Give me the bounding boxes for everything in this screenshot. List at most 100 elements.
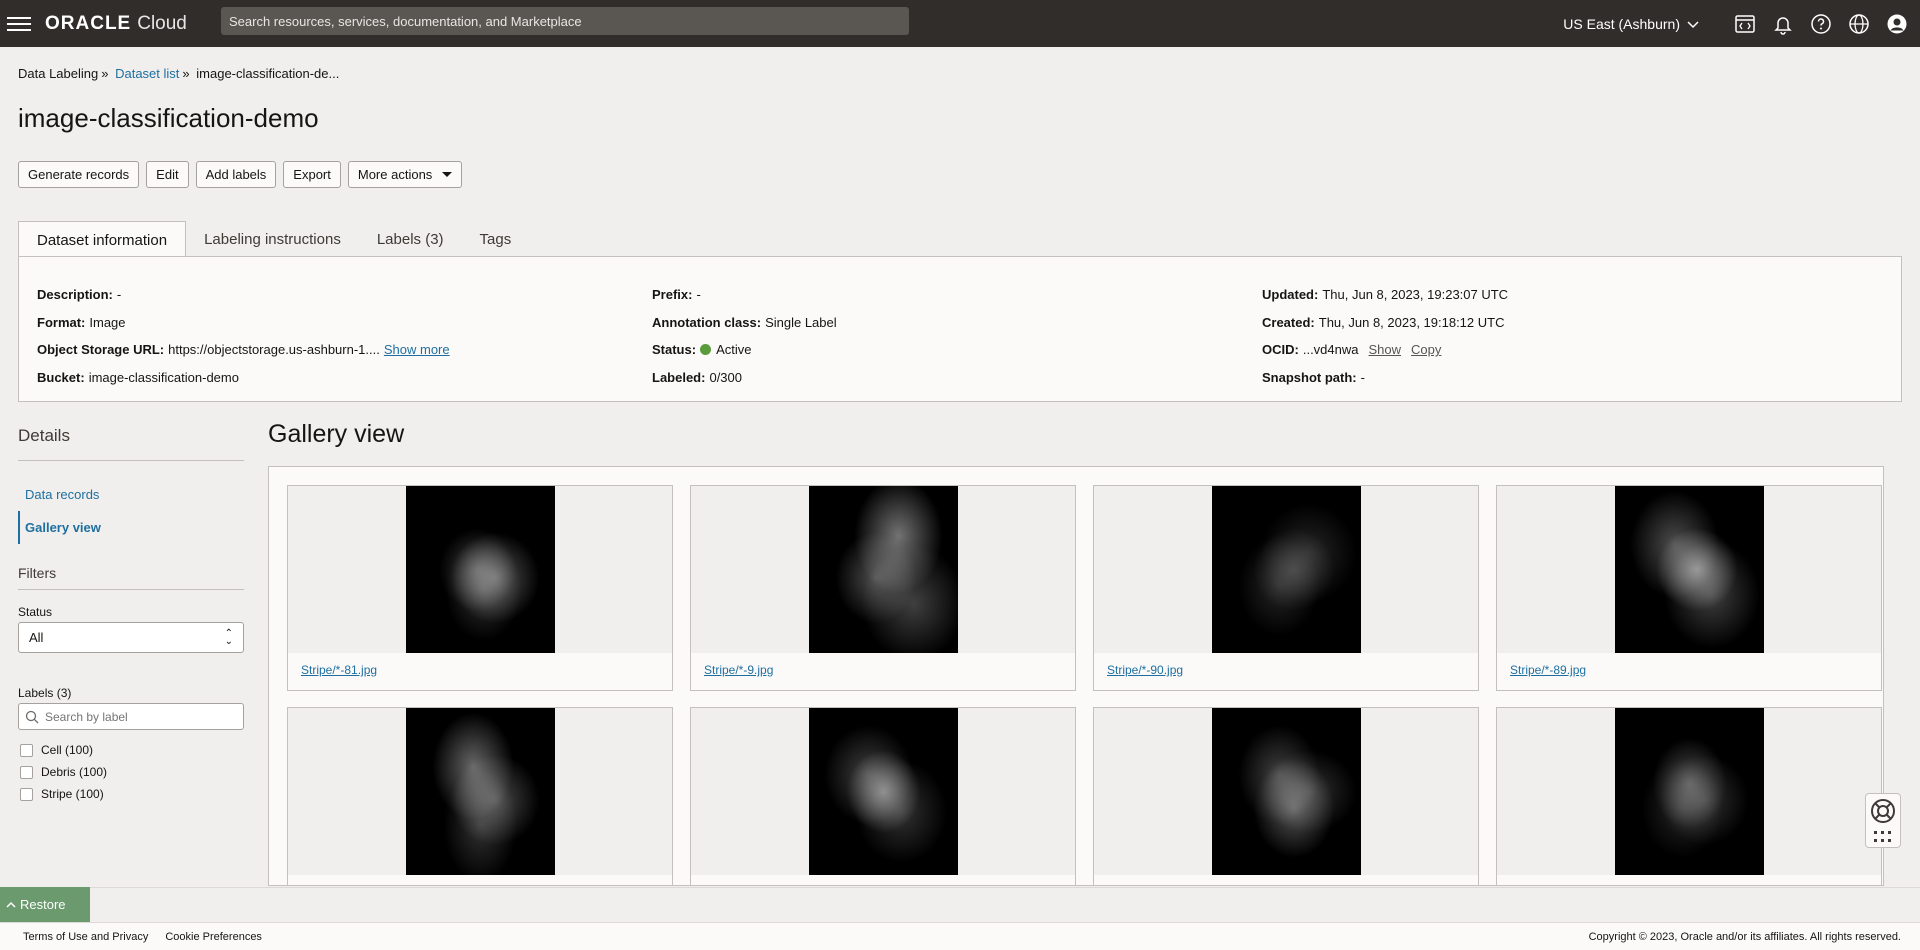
thumbnail-frame: [288, 486, 672, 653]
info-labeled: Labeled: 0/300: [652, 364, 837, 392]
gallery-card[interactable]: Stripe/*-81.jpg: [287, 485, 673, 691]
gallery-card[interactable]: Stripe/*-90.jpg: [1093, 485, 1479, 691]
format-key: Format:: [37, 314, 86, 330]
sidebar-nav: Data records Gallery view: [18, 478, 244, 544]
more-actions-button[interactable]: More actions: [347, 161, 463, 188]
dataset-tabs: Dataset information Labeling instruction…: [18, 221, 530, 258]
status-filter-value: All: [29, 630, 44, 645]
gallery-card[interactable]: [1093, 707, 1479, 885]
info-format: Format: Image: [37, 309, 450, 337]
status-value: Active: [716, 342, 752, 358]
label-search-input[interactable]: [45, 709, 235, 724]
label-filter-stripe[interactable]: Stripe (100): [20, 783, 107, 805]
bucket-key: Bucket:: [37, 369, 85, 385]
user-icon[interactable]: [1878, 0, 1916, 47]
tab-dataset-information[interactable]: Dataset information: [18, 221, 187, 258]
info-created: Created: Thu, Jun 8, 2023, 19:18:12 UTC: [1262, 309, 1508, 337]
info-object-storage-url: Object Storage URL: https://objectstorage…: [37, 336, 450, 364]
chevron-down-icon: [1687, 20, 1699, 28]
region-selector[interactable]: US East (Ashburn): [1563, 16, 1700, 32]
export-button[interactable]: Export: [283, 161, 341, 188]
ocid-copy-link[interactable]: Copy: [1411, 342, 1441, 357]
ocid-show-link[interactable]: Show: [1369, 342, 1402, 357]
ocid-key: OCID:: [1262, 342, 1299, 358]
breadcrumb-root[interactable]: Data Labeling: [18, 66, 98, 81]
tab-labels[interactable]: Labels (3): [359, 221, 462, 257]
record-filename-link[interactable]: Stripe/*-9.jpg: [704, 663, 773, 677]
help-widget[interactable]: [1865, 793, 1901, 848]
snapshot-key: Snapshot path:: [1262, 369, 1357, 385]
edit-button[interactable]: Edit: [146, 161, 189, 188]
gallery-card[interactable]: [287, 707, 673, 885]
gallery-card[interactable]: Stripe/*-89.jpg: [1496, 485, 1882, 691]
developer-tools-icon[interactable]: [1726, 0, 1764, 47]
created-value: Thu, Jun 8, 2023, 19:18:12 UTC: [1318, 314, 1505, 330]
bucket-value: image-classification-demo: [88, 369, 239, 385]
logo-cloud: Cloud: [137, 12, 187, 34]
record-thumbnail-image[interactable]: [405, 486, 555, 653]
details-heading: Details: [18, 426, 70, 445]
thumbnail-frame: [691, 486, 1075, 653]
tab-tags[interactable]: Tags: [462, 221, 530, 257]
record-thumbnail-image[interactable]: [1211, 708, 1361, 875]
record-thumbnail-image[interactable]: [1614, 708, 1764, 875]
labels-filter-label: Labels (3): [18, 686, 72, 700]
show-more-link[interactable]: Show more: [384, 342, 450, 357]
ocid-value: ...vd4nwa: [1302, 342, 1359, 358]
record-thumbnail-image[interactable]: [808, 486, 958, 653]
record-thumbnail-image[interactable]: [1211, 486, 1361, 653]
add-labels-button[interactable]: Add labels: [195, 161, 277, 188]
bell-icon[interactable]: [1764, 0, 1802, 47]
labeled-value: 0/300: [709, 369, 743, 385]
gallery-card[interactable]: [1496, 707, 1882, 885]
gallery-card[interactable]: Stripe/*-9.jpg: [690, 485, 1076, 691]
lifebuoy-icon[interactable]: [1870, 798, 1896, 824]
terms-link[interactable]: Terms of Use and Privacy: [23, 931, 148, 943]
global-search-input[interactable]: Search resources, services, documentatio…: [221, 7, 909, 35]
tab-labeling-instructions[interactable]: Labeling instructions: [186, 221, 359, 257]
label-filter-text: Cell (100): [41, 743, 94, 757]
info-annotation-class: Annotation class: Single Label: [652, 309, 837, 337]
label-filter-text: Debris (100): [41, 765, 108, 779]
checkbox[interactable]: [20, 765, 33, 779]
record-thumbnail-image[interactable]: [405, 708, 555, 875]
label-filter-cell[interactable]: Cell (100): [20, 739, 107, 761]
label-checkbox-list: Cell (100) Debris (100) Stripe (100): [20, 739, 107, 805]
help-icon[interactable]: [1802, 0, 1840, 47]
menu-icon[interactable]: [7, 15, 31, 33]
label-search-field[interactable]: [18, 703, 244, 730]
thumbnail-frame: [288, 708, 672, 875]
status-filter-select[interactable]: All ⌃ ⌄: [18, 622, 244, 653]
apps-grid-icon[interactable]: [1874, 831, 1892, 843]
restore-button[interactable]: Restore: [0, 887, 90, 922]
gallery-title: Gallery view: [268, 420, 405, 448]
generate-records-button[interactable]: Generate records: [18, 161, 140, 188]
updated-key: Updated:: [1262, 287, 1319, 303]
dataset-info-panel: Description: - Format: Image Object Storag…: [18, 256, 1902, 402]
sidebar-item-gallery-view[interactable]: Gallery view: [18, 511, 244, 544]
info-updated: Updated: Thu, Jun 8, 2023, 19:23:07 UTC: [1262, 281, 1508, 309]
checkbox[interactable]: [20, 787, 33, 801]
breadcrumb-dataset-list[interactable]: Dataset list: [115, 66, 179, 81]
top-navigation-bar: ORACLE Cloud Search resources, services,…: [0, 0, 1920, 47]
oracle-cloud-logo[interactable]: ORACLE Cloud: [45, 13, 187, 35]
info-bucket: Bucket: image-classification-demo: [37, 364, 450, 392]
label-filter-debris[interactable]: Debris (100): [20, 761, 107, 783]
info-description: Description: -: [37, 281, 450, 309]
copyright-text: Copyright © 2023, Oracle and/or its affi…: [1588, 930, 1901, 943]
gallery-card[interactable]: [690, 707, 1076, 885]
record-thumbnail-image[interactable]: [1614, 486, 1764, 653]
more-actions-label: More actions: [357, 167, 433, 182]
format-value: Image: [89, 314, 126, 330]
sidebar-item-data-records[interactable]: Data records: [18, 478, 244, 511]
record-filename-link[interactable]: Stripe/*-89.jpg: [1510, 663, 1586, 677]
record-filename-link[interactable]: Stripe/*-81.jpg: [301, 663, 377, 677]
info-status: Status: Active: [652, 336, 837, 364]
info-column-1: Description: - Format: Image Object Storag…: [37, 281, 450, 391]
cookie-preferences-link[interactable]: Cookie Preferences: [165, 931, 262, 943]
label-filter-text: Stripe (100): [41, 787, 104, 801]
record-thumbnail-image[interactable]: [808, 708, 958, 875]
record-filename-link[interactable]: Stripe/*-90.jpg: [1107, 663, 1183, 677]
globe-icon[interactable]: [1840, 0, 1878, 47]
checkbox[interactable]: [20, 743, 33, 757]
